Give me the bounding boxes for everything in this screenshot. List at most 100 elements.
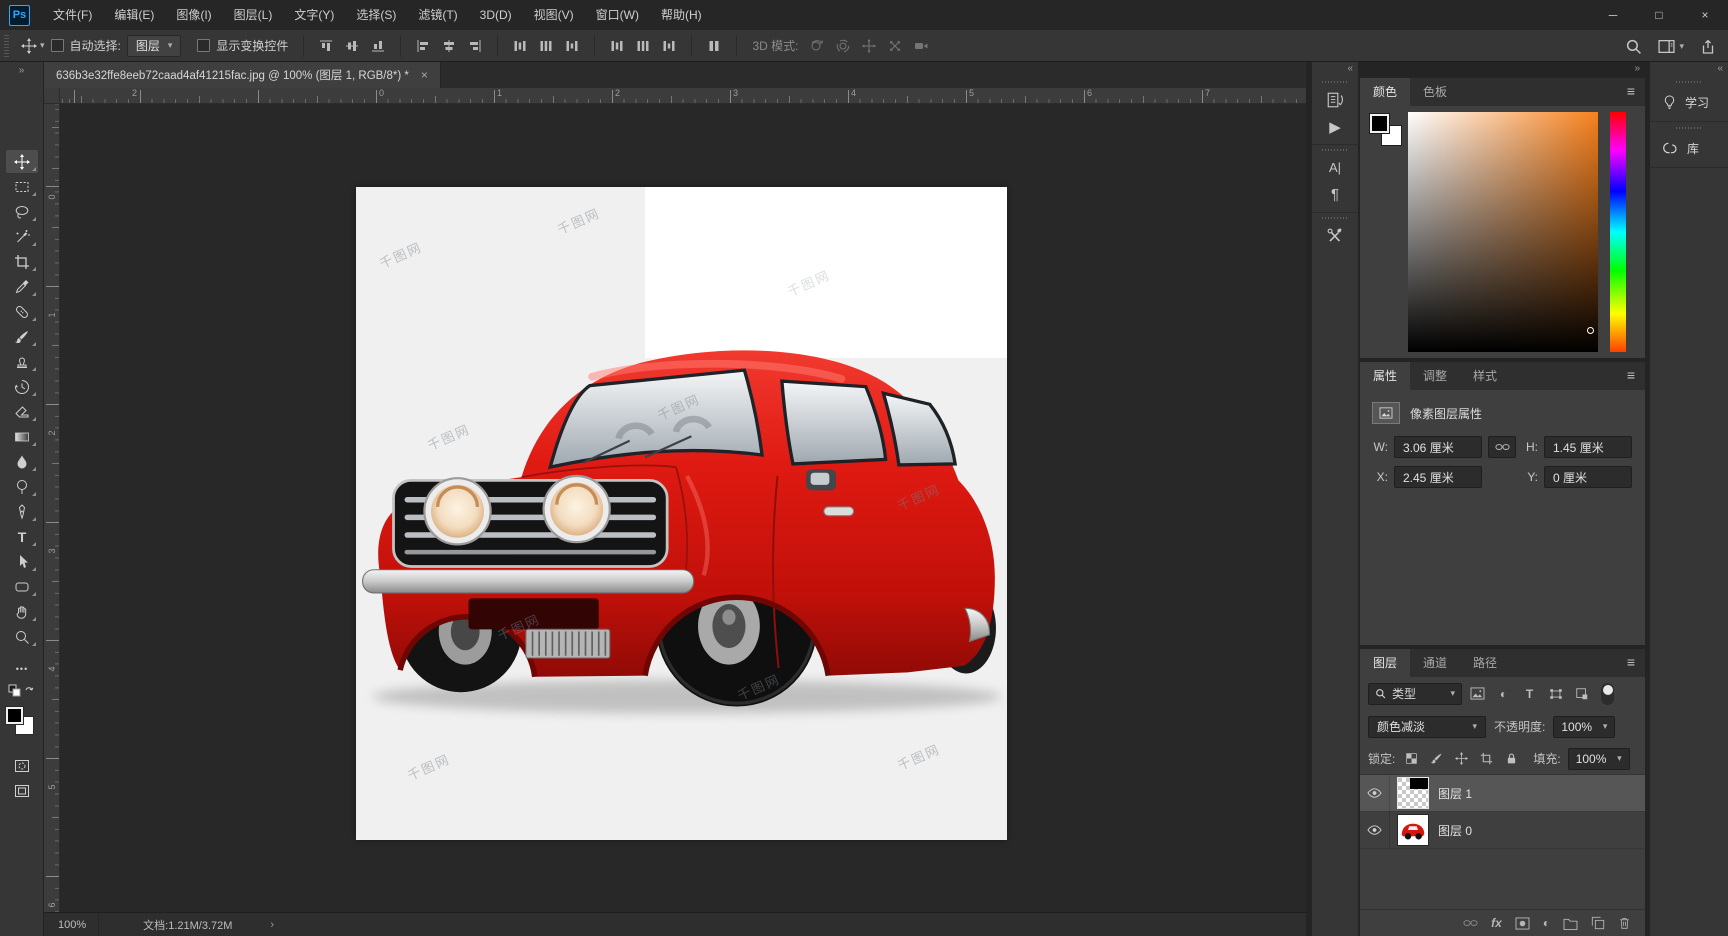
lock-all-icon[interactable]	[1502, 750, 1520, 768]
tool-preset-picker[interactable]: ▾	[15, 38, 51, 54]
tab-adjustments[interactable]: 调整	[1410, 362, 1460, 390]
minimize-button[interactable]: ─	[1590, 0, 1636, 30]
learn-panel-button[interactable]: 学习	[1650, 86, 1728, 118]
layer-name[interactable]: 图层 1	[1438, 785, 1472, 802]
zoom-level-field[interactable]: 100%	[44, 913, 99, 936]
menu-image[interactable]: 图像(I)	[165, 0, 222, 30]
edit-toolbar-ellipsis[interactable]: •••	[6, 657, 38, 680]
align-top-button[interactable]	[316, 35, 336, 57]
tab-properties[interactable]: 属性	[1360, 362, 1410, 390]
link-layers-icon[interactable]	[1463, 918, 1478, 928]
layer-row-0[interactable]: 图层 0	[1360, 812, 1645, 849]
spot-healing-tool[interactable]	[6, 300, 38, 323]
adjustment-layer-icon[interactable]: ◐	[1543, 916, 1550, 930]
drag-grip[interactable]	[1676, 81, 1702, 83]
menu-edit[interactable]: 编辑(E)	[103, 0, 165, 30]
filter-pixel-layers-icon[interactable]	[1467, 684, 1488, 704]
screen-mode-button[interactable]	[6, 779, 38, 802]
layer-row-1[interactable]: 图层 1	[1360, 775, 1645, 812]
align-hcenter-button[interactable]	[438, 36, 460, 56]
auto-select-dropdown[interactable]: 图层 ▾	[127, 35, 182, 57]
blur-tool[interactable]	[6, 450, 38, 473]
history-brush-tool[interactable]	[6, 375, 38, 398]
tab-layers[interactable]: 图层	[1360, 649, 1410, 677]
drag-grip[interactable]	[1322, 81, 1348, 83]
menu-select[interactable]: 选择(S)	[345, 0, 407, 30]
tab-paths[interactable]: 路径	[1460, 649, 1510, 677]
close-button[interactable]: ×	[1682, 0, 1728, 30]
menu-view[interactable]: 视图(V)	[523, 0, 585, 30]
path-selection-tool[interactable]	[6, 550, 38, 573]
new-layer-icon[interactable]	[1591, 916, 1605, 930]
search-icon[interactable]	[1625, 38, 1642, 55]
default-swap-colors[interactable]	[8, 684, 36, 700]
drag-grip[interactable]	[1676, 127, 1702, 129]
layer-thumbnail[interactable]	[1398, 778, 1428, 808]
lock-pixels-icon[interactable]	[1427, 750, 1445, 768]
distribute-left-button[interactable]	[606, 36, 628, 56]
tab-close-icon[interactable]: ×	[421, 68, 428, 82]
panel-menu-icon[interactable]: ≡	[1617, 362, 1645, 390]
show-transform-checkbox[interactable]	[197, 39, 210, 52]
share-icon[interactable]	[1700, 38, 1716, 55]
filter-type-layers-icon[interactable]: T	[1519, 684, 1540, 704]
color-picker-marker[interactable]	[1587, 327, 1594, 334]
layer-filter-dropdown[interactable]: 类型 ▾	[1368, 683, 1462, 705]
height-field[interactable]: 1.45 厘米	[1544, 436, 1632, 458]
tab-swatches[interactable]: 色板	[1410, 78, 1460, 106]
quick-selection-tool[interactable]	[6, 225, 38, 248]
pen-tool[interactable]	[6, 500, 38, 523]
foreground-background-swatches[interactable]	[6, 707, 34, 735]
layer-style-fx-icon[interactable]: fx	[1491, 916, 1502, 930]
dock-expand-chevron[interactable]: «	[1347, 63, 1352, 74]
foreground-color-swatch[interactable]	[6, 707, 23, 724]
panel-menu-icon[interactable]: ≡	[1617, 649, 1645, 677]
menu-layer[interactable]: 图层(L)	[223, 0, 284, 30]
libraries-panel-button[interactable]: 库	[1650, 132, 1728, 164]
distribute-vcenter-button[interactable]	[536, 35, 556, 57]
width-field[interactable]: 3.06 厘米	[1394, 436, 1482, 458]
color-swatch-pair[interactable]	[1370, 114, 1406, 150]
lasso-tool[interactable]	[6, 200, 38, 223]
type-tool[interactable]: T	[6, 525, 38, 548]
menu-3d[interactable]: 3D(D)	[469, 0, 523, 30]
paragraph-panel-icon[interactable]: ¶	[1312, 181, 1358, 208]
hand-tool[interactable]	[6, 600, 38, 623]
tool-presets-panel-icon[interactable]	[1312, 222, 1358, 249]
layer-filter-toggle[interactable]	[1601, 683, 1614, 705]
filter-adjustment-layers-icon[interactable]: ◐	[1493, 684, 1514, 704]
canvas-image[interactable]: 千图网 千图网 千图网 千图网 千图网 千图网 千图网 千图网 千图网 千图网	[356, 187, 1007, 840]
tab-styles[interactable]: 样式	[1460, 362, 1510, 390]
panel-menu-icon[interactable]: ≡	[1617, 78, 1645, 106]
tab-color[interactable]: 颜色	[1360, 78, 1410, 106]
foreground-color-swatch[interactable]	[1370, 114, 1389, 133]
maximize-button[interactable]: □	[1636, 0, 1682, 30]
align-right-button[interactable]	[464, 36, 486, 56]
distribute-spacing-button[interactable]	[703, 36, 725, 56]
visibility-eye-icon[interactable]	[1360, 812, 1390, 848]
delete-layer-trash-icon[interactable]	[1618, 916, 1631, 930]
lock-artboard-icon[interactable]	[1477, 750, 1495, 768]
character-panel-icon[interactable]: A|	[1312, 154, 1358, 181]
layer-name[interactable]: 图层 0	[1438, 822, 1472, 839]
align-vcenter-button[interactable]	[342, 35, 362, 57]
canvas-pasteboard[interactable]: 千图网 千图网 千图网 千图网 千图网 千图网 千图网 千图网 千图网 千图网	[60, 104, 1306, 912]
x-field[interactable]: 2.45 厘米	[1394, 466, 1482, 488]
filter-shape-layers-icon[interactable]	[1545, 684, 1566, 704]
gradient-tool[interactable]	[6, 425, 38, 448]
menu-filter[interactable]: 滤镜(T)	[407, 0, 468, 30]
menu-file[interactable]: 文件(F)	[42, 0, 103, 30]
align-left-button[interactable]	[412, 36, 434, 56]
menu-type[interactable]: 文字(Y)	[283, 0, 345, 30]
add-mask-icon[interactable]	[1515, 917, 1530, 930]
document-tab[interactable]: 636b3e32ffe8eeb72caad4af41215fac.jpg @ 1…	[44, 62, 441, 88]
hue-slider[interactable]	[1610, 112, 1626, 352]
clone-stamp-tool[interactable]	[6, 350, 38, 373]
zoom-tool[interactable]	[6, 625, 38, 648]
y-field[interactable]: 0 厘米	[1544, 466, 1632, 488]
menu-help[interactable]: 帮助(H)	[650, 0, 713, 30]
distribute-hcenter-button[interactable]	[632, 36, 654, 56]
eyedropper-tool[interactable]	[6, 275, 38, 298]
new-group-folder-icon[interactable]	[1563, 917, 1578, 930]
dock-collapse-chevron[interactable]: «	[1717, 63, 1722, 74]
